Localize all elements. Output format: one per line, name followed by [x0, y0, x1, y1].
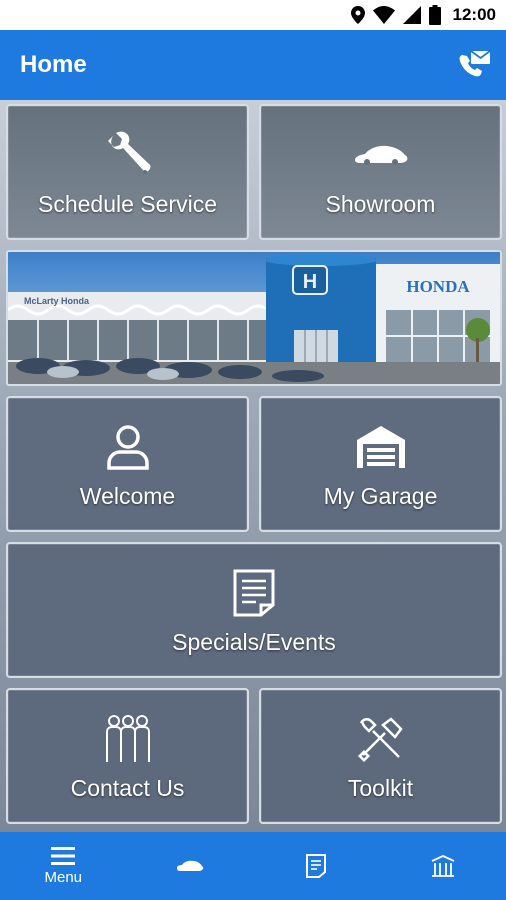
location-icon — [350, 6, 365, 24]
status-bar: 12:00 — [0, 0, 506, 30]
showroom-tile[interactable]: Showroom — [259, 104, 502, 240]
nav-dealership[interactable] — [380, 832, 506, 900]
contact-us-label: Contact Us — [70, 774, 185, 801]
nav-menu-label: Menu — [44, 868, 83, 886]
brand-sign: HONDA — [406, 277, 470, 296]
wrench-icon — [104, 127, 152, 183]
signal-icon — [402, 6, 421, 24]
svg-text:H: H — [303, 271, 317, 293]
dealership-photo: McLarty Honda H HONDA — [8, 252, 500, 384]
toolkit-label: Toolkit — [347, 774, 414, 801]
garage-icon — [355, 419, 407, 475]
tools-icon — [357, 711, 405, 767]
app-bar: Home — [0, 30, 506, 100]
bottom-nav: Menu — [0, 832, 506, 900]
person-icon — [105, 419, 151, 475]
welcome-tile[interactable]: Welcome — [6, 396, 249, 532]
contact-button[interactable] — [454, 45, 494, 85]
toolkit-tile[interactable]: Toolkit — [259, 688, 502, 824]
hamburger-menu-icon — [51, 846, 76, 865]
nav-showroom[interactable] — [127, 832, 254, 900]
dealership-banner: McLarty Honda H HONDA — [6, 250, 502, 386]
contact-us-tile[interactable]: Contact Us — [6, 688, 249, 824]
nav-specials[interactable] — [253, 832, 380, 900]
people-icon — [104, 711, 152, 767]
dealer-sign: McLarty Honda — [24, 296, 90, 306]
status-time: 12:00 — [452, 5, 496, 24]
building-icon — [431, 855, 455, 877]
schedule-service-label: Schedule Service — [38, 190, 217, 217]
my-garage-tile[interactable]: My Garage — [259, 396, 502, 532]
schedule-service-tile[interactable]: Schedule Service — [6, 104, 249, 240]
document-icon — [306, 854, 327, 878]
specials-events-tile[interactable]: Specials/Events — [6, 542, 502, 678]
wifi-icon — [372, 6, 395, 24]
welcome-label: Welcome — [79, 482, 176, 509]
car-icon — [176, 860, 204, 871]
showroom-label: Showroom — [325, 190, 436, 217]
phone-mail-icon — [459, 50, 491, 77]
car-icon — [353, 127, 409, 183]
document-icon — [232, 565, 276, 621]
home-grid: Schedule Service Showroom McLarty Honda … — [0, 100, 506, 832]
page-title: Home — [20, 51, 87, 78]
battery-icon — [428, 5, 441, 25]
my-garage-label: My Garage — [323, 482, 438, 509]
specials-events-label: Specials/Events — [172, 628, 336, 655]
nav-menu[interactable]: Menu — [0, 832, 127, 900]
